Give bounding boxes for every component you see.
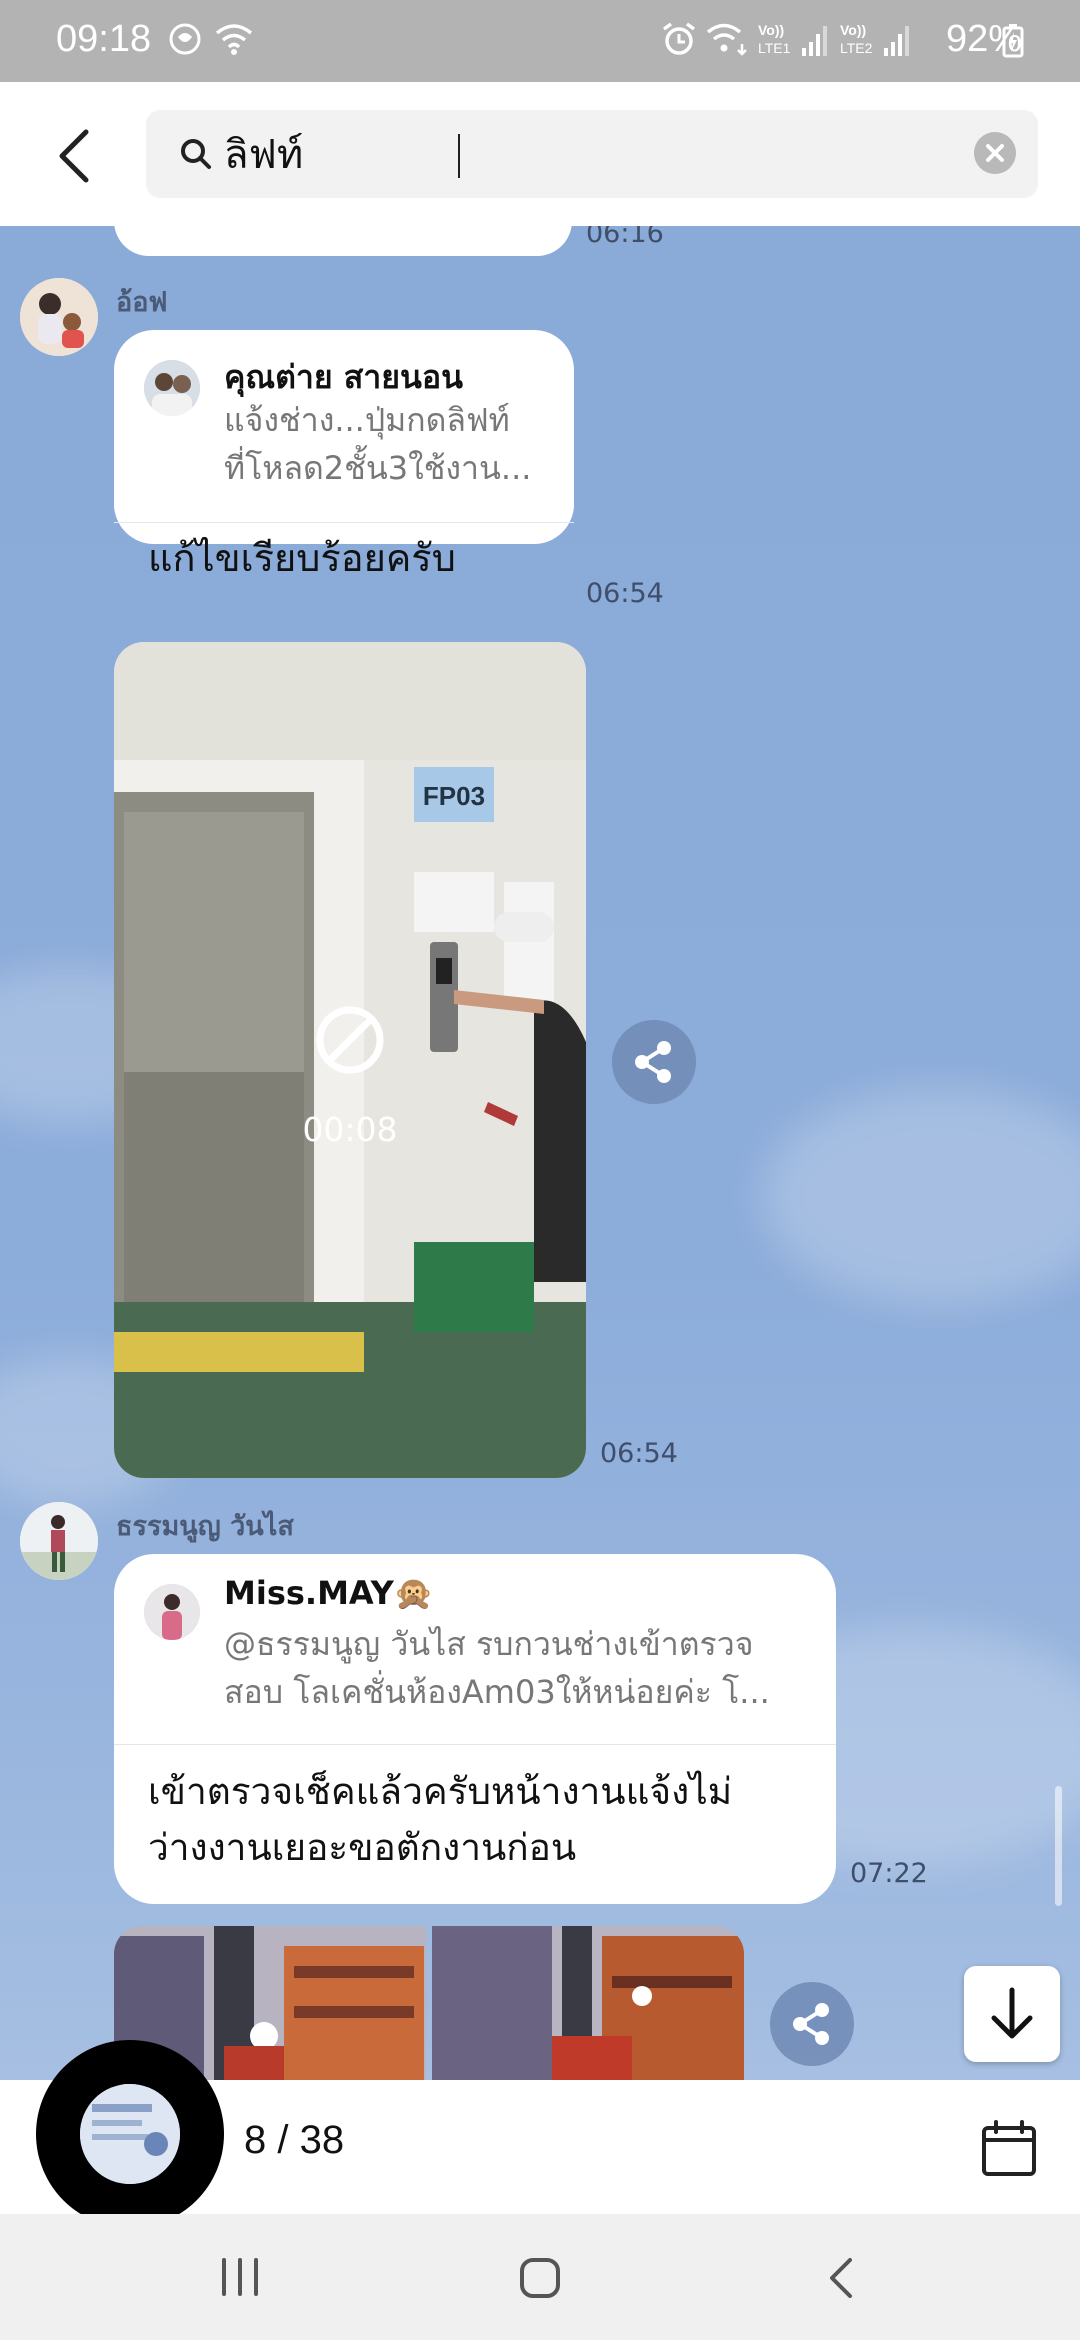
reply-quoted-text: @ธรรมนูญ วันไส รบกวนช่างเข้าตรวจ สอบ โลเ… xyxy=(224,1625,770,1711)
battery-charging-icon xyxy=(1002,24,1024,58)
floating-chat-head[interactable] xyxy=(36,2040,224,2228)
reply-divider xyxy=(114,1744,836,1745)
search-icon xyxy=(181,139,211,169)
svg-text:Vo)): Vo)) xyxy=(840,22,866,38)
status-bar: 09:18 Vo)) LTE1 Vo)) LTE2 92% xyxy=(0,0,1080,82)
svg-text:LTE2: LTE2 xyxy=(840,40,873,56)
system-navigation-bar xyxy=(0,2214,1080,2340)
system-back-button[interactable] xyxy=(826,2256,856,2300)
image-thumbnail[interactable] xyxy=(432,1926,744,2080)
message-text: เข้าตรวจเช็คแล้วครับหน้างานแจ้งไม่ ว่างง… xyxy=(148,1770,733,1869)
reply-avatar xyxy=(144,360,200,416)
video-message[interactable]: FP03 00:08 xyxy=(114,642,586,1478)
avatar[interactable] xyxy=(20,278,98,356)
line-notification-icon xyxy=(169,23,201,55)
alarm-icon xyxy=(662,22,696,55)
status-time: 09:18 xyxy=(56,18,152,60)
message-timestamp: 07:22 xyxy=(850,1858,928,1889)
avatar[interactable] xyxy=(20,1502,98,1580)
message-text: แก้ไขเรียบร้อยครับ xyxy=(148,536,456,580)
reply-divider xyxy=(114,522,574,523)
search-field[interactable] xyxy=(146,110,1038,198)
recent-apps-button[interactable] xyxy=(218,2256,262,2298)
svg-text:Vo)): Vo)) xyxy=(758,22,784,38)
video-duration: 00:08 xyxy=(302,1110,398,1149)
avatar-photo xyxy=(20,278,98,356)
signal-lte2-icon: Vo)) LTE2 xyxy=(840,22,909,56)
background-cloud xyxy=(760,1086,1080,1306)
result-counter: 8 / 38 xyxy=(244,2118,345,2162)
arrow-down-icon xyxy=(991,1987,1033,2039)
clear-search-button[interactable] xyxy=(974,132,1016,174)
calendar-button[interactable] xyxy=(980,2118,1038,2178)
reply-sender-name: Miss.MAY🙊 xyxy=(224,1574,434,1612)
home-button[interactable] xyxy=(518,2256,562,2300)
reply-quoted-text: แจ้งช่าง...ปุ่มกดลิฟท์ ที่โหลด2ชั้น3ใช้ง… xyxy=(224,401,532,487)
message-timestamp: 06:54 xyxy=(586,578,664,609)
reply-avatar xyxy=(144,1584,200,1640)
reply-message-bubble[interactable]: คุณต่าย สายนอน แจ้งช่าง...ปุ่มกดลิฟท์ ที… xyxy=(114,330,574,580)
share-icon xyxy=(793,2003,829,2045)
wifi-calling-icon xyxy=(706,23,747,56)
sender-name: อ้อฟ xyxy=(116,287,168,318)
share-button[interactable] xyxy=(612,1020,696,1104)
share-button[interactable] xyxy=(770,1982,854,2066)
share-icon xyxy=(635,1041,671,1083)
floating-chat-preview xyxy=(80,2084,180,2184)
blocked-playback-icon xyxy=(316,1006,384,1074)
scrollbar-indicator[interactable] xyxy=(1055,1786,1062,1906)
avatar-photo xyxy=(20,1502,98,1580)
signal-lte1-icon: Vo)) LTE1 xyxy=(758,22,827,56)
scroll-to-bottom-button[interactable] xyxy=(964,1966,1060,2062)
chat-message-list[interactable]: 06:16 อ้อฟ คุณต่าย สายนอน แจ้งช่าง...ปุ่… xyxy=(0,226,1080,2080)
message-timestamp: 06:54 xyxy=(600,1438,678,1469)
search-input[interactable] xyxy=(224,118,924,190)
svg-text:FP03: FP03 xyxy=(423,781,485,811)
previous-message-bubble[interactable] xyxy=(114,226,572,256)
sender-name: ธรรมนูญ วันไส xyxy=(116,1511,294,1542)
search-header xyxy=(0,82,1080,226)
message-timestamp: 06:16 xyxy=(586,226,664,249)
back-button[interactable] xyxy=(50,124,100,188)
text-caret xyxy=(458,134,460,178)
svg-text:LTE1: LTE1 xyxy=(758,40,791,56)
wifi-icon xyxy=(215,24,253,55)
reply-message-bubble[interactable]: Miss.MAY🙊 @ธรรมนูญ วันไส รบกวนช่างเข้าตร… xyxy=(114,1554,836,1904)
